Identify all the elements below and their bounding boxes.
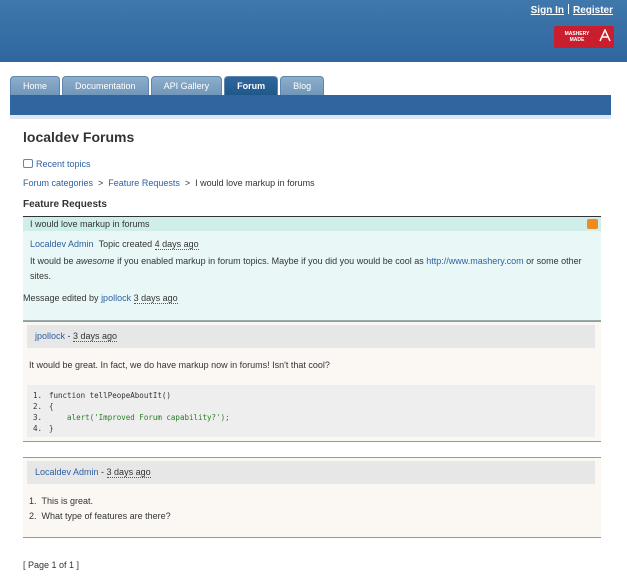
sign-in-link[interactable]: Sign In: [531, 5, 564, 16]
reply-time: 3 days ago: [73, 331, 118, 342]
list-number: 1.: [29, 496, 37, 506]
code-line: 3. alert('Improved Forum capability?');: [33, 412, 589, 423]
logo-mark-icon: [599, 29, 611, 42]
auth-links: Sign In Register: [531, 4, 613, 16]
topic-meta: Localdev Admin Topic created 4 days ago: [30, 239, 199, 250]
mashery-link[interactable]: http://www.mashery.com: [426, 256, 523, 266]
register-link[interactable]: Register: [573, 5, 613, 16]
edited-time: 3 days ago: [133, 293, 178, 304]
site-header: Sign In Register MASHERY MADE: [0, 0, 627, 62]
topic-created-time: 4 days ago: [154, 239, 199, 250]
line-number: 4.: [33, 424, 43, 433]
topic-header: I would love markup in forums: [23, 217, 601, 231]
breadcrumb-feature-requests[interactable]: Feature Requests: [108, 178, 180, 188]
auth-divider: [567, 4, 569, 14]
code-line: 2. {: [33, 401, 589, 412]
list-text: What type of features are there?: [41, 511, 171, 521]
line-number: 3.: [33, 413, 43, 422]
tab-forum[interactable]: Forum: [224, 76, 279, 96]
recent-topics-icon: [23, 159, 33, 168]
tab-documentation[interactable]: Documentation: [62, 76, 149, 96]
ordered-list: 1. This is great. 2. What type of featur…: [29, 494, 171, 524]
reply-author-link[interactable]: jpollock: [35, 331, 65, 341]
topic-created-label: Topic created: [98, 239, 153, 249]
code-text: function tellPeopeAboutIt(): [49, 391, 171, 400]
topic-title: I would love markup in forums: [30, 219, 150, 229]
list-number: 2.: [29, 511, 37, 521]
reply-text: It would be great. In fact, we do have m…: [29, 360, 330, 370]
breadcrumb: Forum categories > Feature Requests > I woul…: [23, 178, 315, 188]
breadcrumb-arrow-icon: >: [184, 178, 191, 188]
breadcrumb-arrow-icon: >: [98, 178, 104, 188]
nav-bar-shadow: [10, 115, 611, 119]
list-item: 1. This is great.: [29, 494, 171, 509]
list-item: 2. What type of features are there?: [29, 509, 171, 524]
reply-post: Localdev Admin - 3 days ago 1. This is g…: [23, 457, 601, 538]
reply-header: jpollock - 3 days ago: [27, 325, 595, 348]
reply-post: jpollock - 3 days ago It would be great.…: [23, 321, 601, 442]
code-text: {: [49, 402, 54, 411]
pagination: [ Page 1 of 1 ]: [23, 560, 80, 570]
line-number: 2.: [33, 402, 43, 411]
tab-api-gallery[interactable]: API Gallery: [150, 76, 223, 96]
code-line: 4.}: [33, 423, 589, 434]
recent-topics-link[interactable]: Recent topics: [23, 159, 91, 169]
nav-bar: [10, 95, 611, 115]
reply-header: Localdev Admin - 3 days ago: [27, 461, 595, 484]
topic-author-link[interactable]: Localdev Admin: [30, 239, 94, 249]
reply-author-link[interactable]: Localdev Admin: [35, 467, 99, 477]
edited-by-link[interactable]: jpollock: [101, 293, 131, 303]
edit-note: Message edited by jpollock 3 days ago: [23, 293, 178, 304]
code-text: alert('Improved Forum capability?');: [49, 413, 230, 422]
code-block: 1. function tellPeopeAboutIt() 2. { 3. ale…: [27, 385, 595, 437]
topic-body: It would be awesome if you enabled marku…: [30, 254, 592, 284]
code-text: }: [49, 424, 54, 433]
rss-icon[interactable]: [587, 219, 598, 229]
topic-body-emphasis: awesome: [76, 256, 115, 266]
tab-blog[interactable]: Blog: [280, 76, 325, 96]
tab-home[interactable]: Home: [10, 76, 61, 96]
reply-time: 3 days ago: [106, 467, 151, 478]
mashery-logo[interactable]: MASHERY MADE: [554, 26, 614, 48]
topic-body-text: It would be: [30, 256, 77, 266]
line-number: 1.: [33, 391, 43, 400]
edited-label: Message edited by: [23, 293, 99, 303]
topic-post: I would love markup in forums Localdev A…: [23, 216, 601, 321]
recent-topics-label: Recent topics: [36, 159, 91, 169]
topic-body-text: if you enabled markup in forum topics. M…: [114, 256, 427, 266]
breadcrumb-forum-categories[interactable]: Forum categories: [23, 178, 93, 188]
main-nav-tabs: Home Documentation API Gallery Forum Blo…: [10, 76, 326, 96]
code-line: 1. function tellPeopeAboutIt(): [33, 390, 589, 401]
section-title: Feature Requests: [23, 199, 107, 210]
page-title: localdev Forums: [23, 129, 135, 145]
list-text: This is great.: [41, 496, 94, 506]
logo-text-bottom: MADE: [569, 37, 585, 43]
breadcrumb-current: I would love markup in forums: [195, 178, 315, 188]
